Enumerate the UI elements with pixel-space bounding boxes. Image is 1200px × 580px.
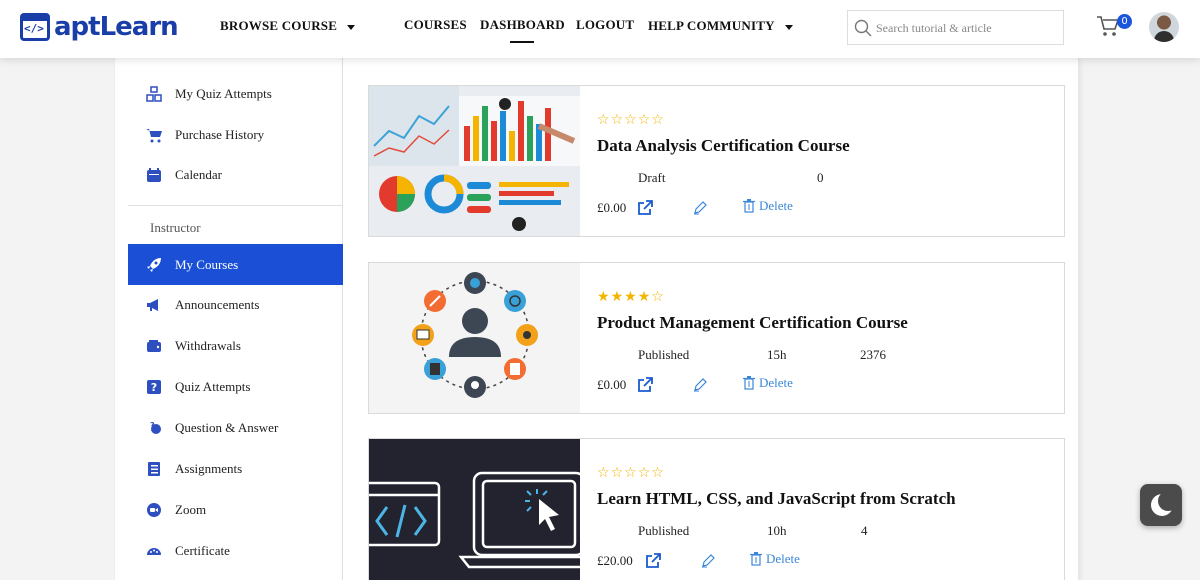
star-filled-icon: ★ [624,289,637,305]
star-empty-icon: ☆ [637,112,651,128]
star-empty-icon: ☆ [624,465,637,481]
rating-stars: ☆ ☆ ☆ ☆ ☆ [597,112,664,128]
course-price: £20.00 [597,553,633,568]
course-card: ☆ ☆ ☆ ☆ ☆ Data Analysis Certification Co… [368,85,1065,237]
trash-icon [750,552,762,566]
code-laptop-image [369,439,580,580]
sidebar-divider [128,205,343,206]
course-duration: 15h [767,347,787,362]
dashboard-sidebar: My Quiz Attempts Purchase History Calend… [114,54,343,580]
star-empty-icon: ☆ [610,465,624,481]
course-students: 0 [817,170,824,185]
sidebar-item-purchase-history[interactable]: Purchase History [128,114,343,155]
course-students: 2376 [860,347,886,362]
course-status: Published [638,347,690,362]
course-price: £0.00 [597,377,627,392]
calendar-icon [145,166,163,184]
course-thumbnail-product-management[interactable] [369,263,580,413]
course-duration: 10h [767,523,787,538]
star-filled-icon: ★ [637,289,651,305]
star-filled-icon: ★ [597,289,610,305]
nav-help-community[interactable]: HELP COMMUNITY [648,18,793,34]
logo[interactable]: </> aptLearn [20,12,179,42]
delete-button[interactable]: Delete [743,375,793,391]
top-navbar: </> aptLearn BROWSE COURSE COURSES DASHB… [0,0,1200,58]
star-empty-icon: ☆ [624,112,637,128]
caret-down-icon [784,24,793,30]
course-title[interactable]: Learn HTML, CSS, and JavaScript from Scr… [597,489,956,509]
data-analysis-charts-image [369,86,580,236]
cart-icon [145,126,163,144]
trash-icon [743,199,755,213]
nav-dashboard[interactable]: DASHBOARD [480,17,565,43]
course-thumbnail-data-analysis[interactable] [369,86,580,236]
sidebar-item-announcements[interactable]: Announcements [128,284,343,325]
edit-icon[interactable] [693,201,707,215]
course-card: ☆ ☆ ☆ ☆ ☆ Learn HTML, CSS, and JavaScrip… [368,438,1065,580]
external-link-icon[interactable] [645,553,661,569]
sidebar-item-my-quiz-attempts[interactable]: My Quiz Attempts [128,73,343,114]
cart-icon[interactable] [1096,14,1120,38]
product-management-person-image [369,263,580,413]
course-status: Published [638,523,690,538]
star-empty-icon: ☆ [610,112,624,128]
trash-icon [743,376,755,390]
course-title[interactable]: Data Analysis Certification Course [597,136,850,156]
external-link-icon[interactable] [637,377,653,393]
nav-logout[interactable]: LOGOUT [576,17,634,33]
wallet-icon [145,337,163,355]
course-price: £0.00 [597,200,627,215]
star-empty-icon: ☆ [651,112,664,128]
course-thumbnail-html-css-js[interactable] [369,439,580,580]
delete-button[interactable]: Delete [743,198,793,214]
star-filled-icon: ★ [610,289,624,305]
search-input[interactable] [876,17,1056,39]
rating-stars: ★ ★ ★ ★ ☆ [597,289,664,305]
edit-icon[interactable] [701,554,715,568]
sidebar-heading-instructor: Instructor [150,220,201,235]
sidebar-item-quiz-attempts[interactable]: ? Quiz Attempts [128,366,343,407]
nav-courses[interactable]: COURSES [404,17,467,33]
star-empty-icon: ☆ [637,465,651,481]
svg-text:?: ? [150,421,155,430]
rating-stars: ☆ ☆ ☆ ☆ ☆ [597,465,664,481]
my-courses-panel: ☆ ☆ ☆ ☆ ☆ Data Analysis Certification Co… [343,58,1078,580]
external-link-icon[interactable] [637,200,653,216]
sidebar-item-calendar[interactable]: Calendar [128,154,343,195]
sidebar-item-question-answer[interactable]: ? Question & Answer [128,407,343,448]
star-empty-icon: ☆ [651,289,664,305]
cart-count-badge: 0 [1117,14,1132,29]
rocket-icon [145,256,163,274]
caret-down-icon [347,24,356,30]
star-empty-icon: ☆ [597,112,610,128]
star-empty-icon: ☆ [651,465,664,481]
edit-icon[interactable] [693,378,707,392]
course-title[interactable]: Product Management Certification Course [597,313,908,333]
course-card: ★ ★ ★ ★ ☆ Product Management Certificati… [368,262,1065,414]
logo-code-icon: </> [20,13,50,41]
svg-text:?: ? [151,381,157,394]
dark-mode-toggle-moon-icon[interactable] [1140,484,1182,526]
sidebar-item-my-courses[interactable]: My Courses [128,244,343,285]
sidebar-item-zoom[interactable]: Zoom [128,489,343,530]
question-icon: ? [145,378,163,396]
sidebar-item-certificate[interactable]: Certificate [128,530,343,571]
nav-browse-course[interactable]: BROWSE COURSE [220,18,356,34]
delete-button[interactable]: Delete [750,551,800,567]
star-empty-icon: ☆ [597,465,610,481]
course-students: 4 [861,523,868,538]
course-status: Draft [638,170,666,185]
megaphone-icon [145,296,163,314]
sidebar-item-assignments[interactable]: Assignments [128,448,343,489]
logo-text: aptLearn [54,12,179,42]
quiz-attempts-icon [145,85,163,103]
sidebar-item-withdrawals[interactable]: Withdrawals [128,325,343,366]
zoom-icon [145,501,163,519]
search-box [847,10,1064,45]
assignments-icon [145,460,163,478]
avatar[interactable] [1149,12,1179,42]
certificate-icon [145,542,163,560]
qa-icon: ? [145,419,163,437]
search-icon [854,19,872,37]
